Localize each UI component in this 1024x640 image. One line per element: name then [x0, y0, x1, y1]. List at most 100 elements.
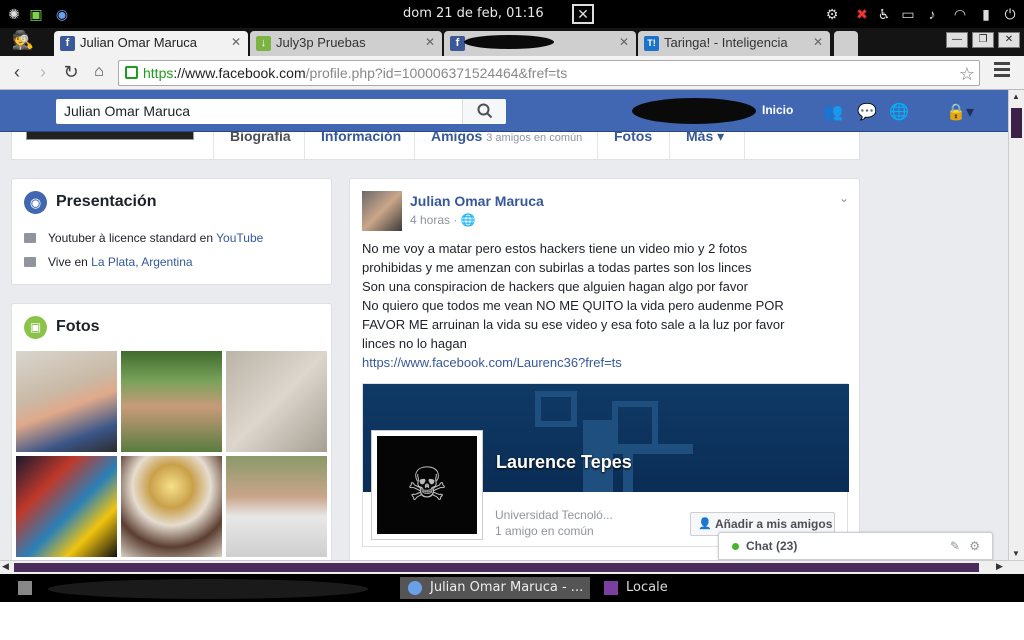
- close-tab-icon[interactable]: ✕: [813, 35, 823, 49]
- photo-thumbnail[interactable]: [16, 456, 117, 557]
- search-icon: [477, 103, 492, 119]
- download-favicon-icon: ↓: [256, 36, 271, 51]
- shared-profile-card[interactable]: ☠ Laurence Tepes Universidad Tecnoló... …: [362, 383, 849, 547]
- post-time[interactable]: 4 horas: [410, 213, 450, 227]
- app-menu-icon[interactable]: ✺: [4, 4, 24, 24]
- post-author[interactable]: Julian Omar Maruca: [410, 193, 544, 209]
- volume-icon[interactable]: ♪: [922, 4, 942, 24]
- maximize-button[interactable]: ❐: [972, 32, 994, 48]
- profile-picture-edge: [26, 132, 194, 140]
- taskbar-item-browser[interactable]: Julian Omar Maruca - ...: [400, 577, 590, 599]
- close-window-button[interactable]: ✕: [998, 32, 1020, 48]
- close-tab-icon[interactable]: ✕: [231, 35, 241, 49]
- tab-july3p[interactable]: ↓ July3p Pruebas ✕: [250, 31, 442, 56]
- scroll-right-arrow-icon[interactable]: ▶: [996, 561, 1003, 572]
- new-tab-button[interactable]: [834, 31, 858, 56]
- shared-mutual: 1 amigo en común: [495, 524, 594, 538]
- lives-link[interactable]: La Plata, Argentina: [91, 255, 192, 269]
- tab-mas[interactable]: Más ▾: [669, 129, 745, 159]
- tab-amigos[interactable]: Amigos 3 amigos en común: [414, 129, 598, 159]
- scrollbar-thumb[interactable]: [1011, 108, 1022, 138]
- facebook-favicon-icon: f: [60, 36, 75, 51]
- globe-icon: ◉: [24, 191, 47, 214]
- accessibility-icon[interactable]: ♿: [874, 4, 894, 24]
- briefcase-icon: [24, 233, 36, 243]
- post-link[interactable]: https://www.facebook.com/Laurenc36?fref=…: [362, 353, 832, 372]
- terminal-icon[interactable]: ▣: [26, 4, 46, 24]
- settings-tray-icon[interactable]: ⚙: [822, 4, 842, 24]
- notifications-globe-icon[interactable]: 🌐: [888, 102, 910, 121]
- photo-thumbnail[interactable]: [121, 456, 222, 557]
- tab-mas-label: Más: [686, 128, 714, 144]
- wifi-icon[interactable]: ◠: [950, 4, 970, 24]
- photos-title[interactable]: Fotos: [56, 318, 100, 336]
- close-x-icon[interactable]: ✕: [572, 4, 594, 24]
- forward-icon[interactable]: ›: [32, 61, 54, 83]
- scroll-left-arrow-icon[interactable]: ◀: [2, 561, 9, 572]
- photo-thumbnail[interactable]: [226, 456, 327, 557]
- battery-icon[interactable]: ▮: [976, 4, 996, 24]
- photo-thumbnail[interactable]: [226, 351, 327, 452]
- close-tab-icon[interactable]: ✕: [425, 35, 435, 49]
- add-friend-icon: 👤: [698, 518, 712, 530]
- taskbar-item-locale[interactable]: Locale: [596, 577, 716, 599]
- photo-thumbnail[interactable]: [121, 351, 222, 452]
- tab-title: Julian Omar Maruca: [80, 35, 198, 50]
- window-icon: [18, 581, 32, 595]
- scrollbar-thumb[interactable]: [14, 563, 979, 572]
- tab-taringa[interactable]: T! Taringa! - Inteligencia ✕: [638, 31, 830, 56]
- close-tab-icon[interactable]: ✕: [619, 35, 629, 49]
- post-options-chevron-icon[interactable]: ⌄: [839, 191, 849, 205]
- incognito-icon: 🕵: [11, 29, 35, 50]
- taskbar-item-label: Julian Omar Maruca - ...: [430, 580, 584, 595]
- browser-menu-icon[interactable]: [994, 62, 1010, 82]
- friend-requests-icon[interactable]: 👥: [822, 102, 844, 121]
- tab-fotos[interactable]: Fotos: [597, 129, 668, 159]
- tab-facebook-profile[interactable]: f Julian Omar Maruca ✕: [54, 31, 248, 56]
- power-icon[interactable]: ⏻: [1000, 4, 1020, 24]
- post-card: Julian Omar Maruca 4 horas · 🌐 ⌄ No me v…: [349, 178, 860, 560]
- house-icon: [24, 257, 36, 267]
- lives-text: Vive en: [48, 255, 88, 269]
- tab-informacion[interactable]: Información: [304, 129, 417, 159]
- url-scheme: https: [143, 65, 174, 81]
- shared-profile-name[interactable]: Laurence Tepes: [496, 452, 632, 473]
- author-avatar[interactable]: [362, 191, 402, 231]
- reload-icon[interactable]: ↻: [60, 61, 82, 83]
- vertical-scrollbar[interactable]: ▲ ▼: [1008, 90, 1024, 560]
- work-link[interactable]: YouTube: [216, 231, 263, 245]
- compose-icon[interactable]: ✎: [950, 533, 960, 559]
- error-tray-icon[interactable]: ✖: [852, 4, 872, 24]
- taskbar-item-redacted[interactable]: [10, 577, 370, 599]
- post-body: No me voy a matar pero estos hackers tie…: [362, 239, 832, 372]
- shared-profile-picture[interactable]: ☠: [371, 430, 483, 540]
- photo-thumbnail[interactable]: [16, 351, 117, 452]
- browser-launcher-icon[interactable]: ◉: [52, 4, 72, 24]
- system-clock: dom 21 de feb, 01:16: [403, 6, 544, 21]
- home-icon[interactable]: ⌂: [88, 61, 110, 83]
- display-icon[interactable]: ▭: [898, 4, 918, 24]
- tab-facebook-redacted[interactable]: f ✕: [444, 31, 636, 56]
- home-link[interactable]: Inicio: [762, 103, 793, 117]
- post-line: FAVOR ME arruinan la vida su ese video y…: [362, 317, 785, 332]
- post-line: linces no lo hagan: [362, 336, 467, 351]
- tab-amigos-label: Amigos: [431, 128, 483, 144]
- search-button[interactable]: [462, 99, 506, 124]
- address-bar[interactable]: https://www.facebook.com/profile.php?id=…: [118, 60, 980, 86]
- back-icon[interactable]: ‹: [6, 61, 28, 83]
- minimize-button[interactable]: —: [946, 32, 968, 48]
- post-line: No me voy a matar pero estos hackers tie…: [362, 241, 748, 256]
- privacy-shortcuts-icon[interactable]: 🔒▾: [940, 102, 980, 121]
- search-input[interactable]: Julian Omar Maruca: [56, 99, 506, 124]
- bookmark-star-icon[interactable]: ☆: [959, 62, 975, 85]
- scroll-down-arrow-icon[interactable]: ▼: [1012, 549, 1020, 558]
- chat-settings-gear-icon[interactable]: ⚙: [969, 533, 980, 559]
- tab-biografia[interactable]: Biografía: [213, 129, 307, 159]
- chat-bar[interactable]: Chat (23) ✎ ⚙: [718, 532, 993, 560]
- url-host: ://www.facebook.com: [173, 65, 306, 81]
- horizontal-scrollbar[interactable]: ◀ ▶: [0, 560, 1024, 574]
- scroll-up-arrow-icon[interactable]: ▲: [1012, 92, 1020, 101]
- shared-school: Universidad Tecnoló...: [495, 508, 613, 522]
- redaction-scribble: [632, 98, 756, 124]
- messages-icon[interactable]: 💬: [856, 102, 878, 121]
